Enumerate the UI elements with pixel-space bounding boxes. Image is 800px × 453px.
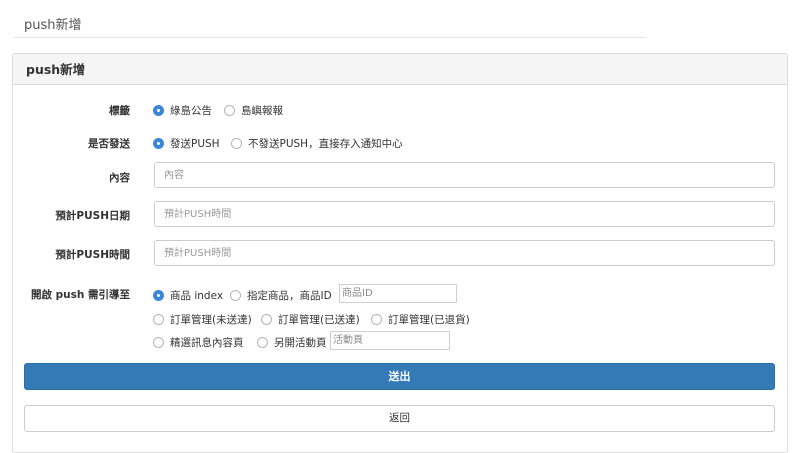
push-time-input[interactable] (154, 240, 775, 266)
tag-option-island-news[interactable]: 島嶼報報 (224, 103, 283, 118)
product-id-input[interactable] (339, 284, 457, 303)
radio-checked-icon[interactable] (153, 290, 164, 301)
tag-label: 標籤 (109, 105, 130, 117)
target-option-orders-returned[interactable]: 訂單管理(已退貨) (371, 312, 470, 327)
tag-option-label: 綠島公告 (170, 105, 212, 117)
radio-checked-icon[interactable] (153, 138, 164, 149)
content-label: 內容 (109, 172, 130, 184)
target-option-orders-undelivered[interactable]: 訂單管理(未送達) (153, 312, 252, 327)
radio-unchecked-icon[interactable] (153, 314, 164, 325)
back-button[interactable]: 返回 (24, 405, 775, 432)
radio-unchecked-icon[interactable] (261, 314, 272, 325)
target-option-activity-page[interactable]: 另開活動頁 (257, 335, 327, 350)
push-date-input[interactable] (154, 201, 775, 227)
content-input[interactable] (154, 162, 775, 188)
target-option-label: 另開活動頁 (274, 337, 327, 349)
radio-unchecked-icon[interactable] (257, 337, 268, 348)
target-option-product-id[interactable]: 指定商品，商品ID (230, 288, 332, 303)
target-option-featured-message[interactable]: 精選訊息內容頁 (153, 335, 244, 350)
target-option-product-index[interactable]: 商品 index (153, 288, 223, 303)
tag-option-greenisland[interactable]: 綠島公告 (153, 103, 212, 118)
radio-unchecked-icon[interactable] (231, 138, 242, 149)
radio-checked-icon[interactable] (153, 105, 164, 116)
push-target-label: 開啟 push 需引導至 (30, 289, 130, 301)
send-option-push[interactable]: 發送PUSH (153, 136, 220, 151)
target-option-label: 商品 index (170, 290, 224, 302)
send-option-label: 不發送PUSH，直接存入通知中心 (248, 138, 403, 150)
push-time-label: 預計PUSH時間 (55, 249, 130, 261)
activity-page-input[interactable] (330, 331, 450, 350)
tag-option-label: 島嶼報報 (241, 105, 283, 117)
target-option-label: 訂單管理(未送達) (170, 314, 252, 326)
send-option-no-push[interactable]: 不發送PUSH，直接存入通知中心 (231, 136, 403, 151)
target-option-label: 訂單管理(已送達) (278, 314, 360, 326)
target-option-label: 指定商品，商品ID (247, 290, 332, 302)
send-label: 是否發送 (88, 138, 130, 150)
radio-unchecked-icon[interactable] (224, 105, 235, 116)
target-option-orders-delivered[interactable]: 訂單管理(已送達) (261, 312, 360, 327)
push-date-label: 預計PUSH日期 (55, 210, 130, 222)
radio-unchecked-icon[interactable] (230, 290, 241, 301)
radio-unchecked-icon[interactable] (371, 314, 382, 325)
send-option-label: 發送PUSH (170, 138, 220, 150)
page-title: push新增 (24, 18, 82, 33)
target-option-label: 精選訊息內容頁 (170, 337, 244, 349)
target-option-label: 訂單管理(已退貨) (388, 314, 470, 326)
header-divider (14, 37, 646, 38)
radio-unchecked-icon[interactable] (153, 337, 164, 348)
panel-title: push新增 (13, 54, 787, 85)
submit-button[interactable]: 送出 (24, 363, 775, 390)
